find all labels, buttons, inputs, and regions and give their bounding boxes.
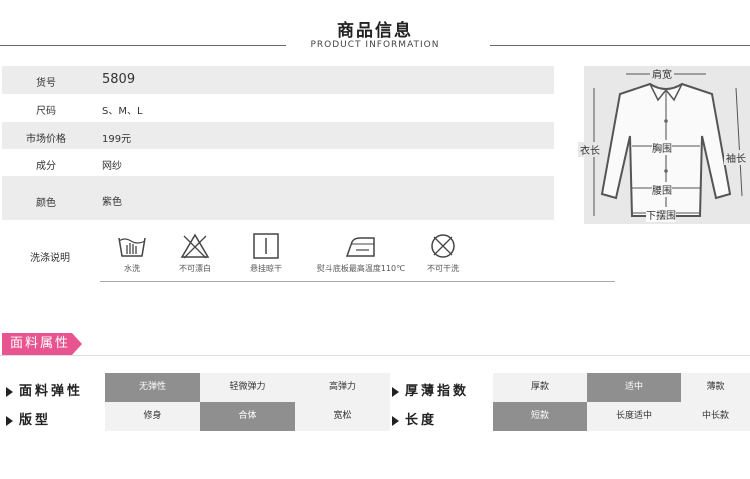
info-row-size: 尺码 S、M、L	[2, 94, 554, 122]
no-dry-clean-icon	[431, 234, 455, 258]
info-value: 紫色	[102, 197, 122, 208]
triangle-icon	[6, 386, 13, 397]
no-bleach-icon	[180, 233, 210, 259]
info-row-price: 市场价格 199元	[2, 122, 554, 149]
attr-label-text: 面料弹性	[19, 384, 84, 399]
info-row-color: 颜色 紫色	[2, 176, 554, 220]
care-item: 悬挂晾干	[216, 226, 316, 274]
option-loose: 宽松	[295, 402, 390, 431]
label-length: 衣长	[578, 142, 602, 157]
info-value: 网纱	[102, 161, 122, 172]
fabric-tag-arrow	[72, 333, 82, 355]
attr-label-fit: 版型	[6, 409, 51, 428]
label-hem: 下摆围	[646, 207, 676, 222]
option-mid-long: 中长款	[681, 402, 750, 431]
option-thick: 厚款	[493, 373, 587, 402]
attr-label-text: 版型	[19, 413, 52, 428]
care-text: 悬挂晾干	[250, 264, 282, 273]
info-label: 市场价格	[26, 134, 66, 145]
care-item: 不可干洗	[393, 226, 493, 274]
info-value: 199元	[102, 134, 132, 145]
attr-label-text: 长度	[405, 413, 438, 428]
info-label: 尺码	[36, 106, 56, 117]
attr-label-thickness: 厚薄指数	[392, 380, 469, 399]
attr-label-text: 厚薄指数	[405, 384, 470, 399]
hang-dry-icon	[253, 233, 279, 259]
divider	[0, 355, 750, 356]
attr-label-elasticity: 面料弹性	[6, 380, 83, 399]
fabric-tag: 面料属性	[2, 333, 72, 355]
info-label: 成分	[36, 161, 56, 172]
option-mid-length: 长度适中	[587, 402, 681, 431]
info-row-sku: 货号 5809	[2, 66, 554, 94]
hand-wash-icon	[118, 237, 146, 257]
triangle-icon	[392, 386, 399, 397]
care-section: 洗涤说明 水洗 不可漂白 悬挂晾干 熨斗底板最高温度110℃ 不可干洗	[0, 226, 615, 282]
info-label: 颜色	[36, 198, 56, 209]
care-icons: 水洗 不可漂白 悬挂晾干 熨斗底板最高温度110℃ 不可干洗	[100, 226, 615, 282]
iron-icon	[345, 237, 375, 257]
label-chest: 胸围	[652, 140, 672, 155]
info-row-material: 成分 网纱	[2, 149, 554, 176]
triangle-icon	[6, 415, 13, 426]
option-thin: 薄款	[681, 373, 750, 402]
care-text: 不可干洗	[427, 264, 459, 273]
option-high-stretch: 高弹力	[295, 373, 390, 402]
option-short: 短款	[493, 402, 587, 431]
option-slim: 修身	[105, 402, 200, 431]
attr-label-length: 长度	[392, 409, 437, 428]
page-subtitle: PRODUCT INFORMATION	[310, 40, 440, 50]
triangle-icon	[392, 415, 399, 426]
label-sleeve: 袖长	[724, 150, 748, 165]
label-waist: 腰围	[652, 182, 672, 197]
info-label: 货号	[36, 78, 56, 89]
info-value: S、M、L	[102, 106, 143, 117]
option-regular: 合体	[200, 402, 295, 431]
option-slight-stretch: 轻微弹力	[200, 373, 295, 402]
size-diagram: 肩宽 胸围 腰围 下摆围 衣长 袖长	[578, 66, 750, 224]
page-title: 商品信息	[337, 21, 413, 41]
option-no-stretch: 无弹性	[105, 373, 200, 402]
option-medium: 适中	[587, 373, 681, 402]
care-label: 洗涤说明	[30, 253, 70, 264]
info-value: 5809	[102, 72, 136, 87]
label-shoulder: 肩宽	[650, 66, 674, 81]
